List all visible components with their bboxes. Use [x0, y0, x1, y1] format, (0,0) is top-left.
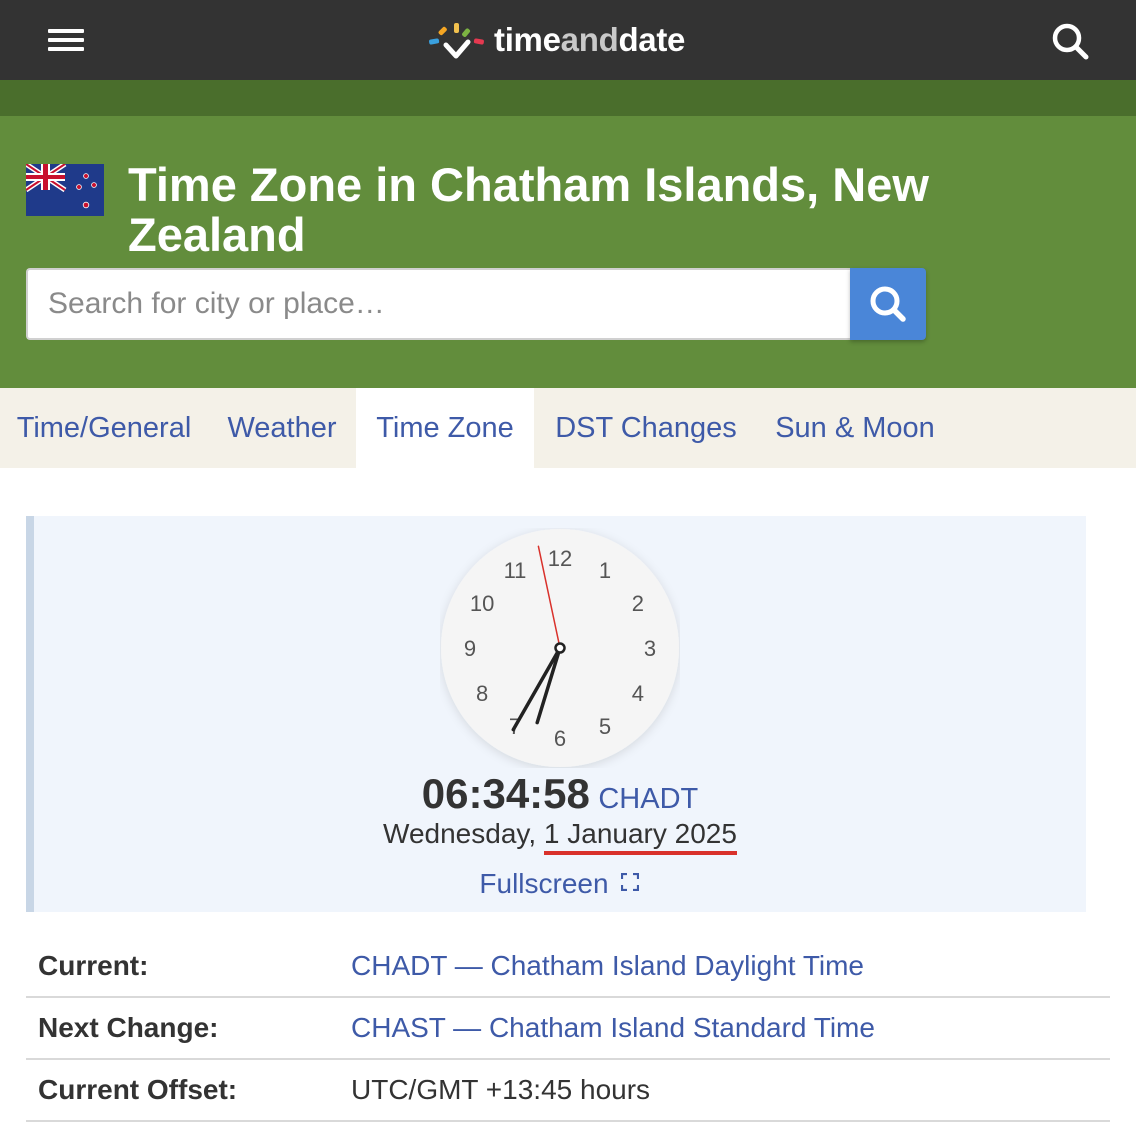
clock-numeral: 1	[599, 558, 611, 583]
info-label: Current Offset:	[38, 1074, 238, 1105]
current-offset-value: UTC/GMT +13:45 hours	[351, 1074, 651, 1105]
clock-numeral: 11	[504, 558, 527, 583]
top-navigation-bar: timeanddate	[0, 0, 1136, 80]
info-row-current: Current: CHADT — Chatham Island Daylight…	[26, 936, 1110, 998]
clock-numeral: 8	[476, 681, 488, 706]
search-icon[interactable]	[1048, 20, 1092, 62]
fullscreen-icon	[620, 872, 639, 891]
site-logo[interactable]: timeanddate	[428, 18, 685, 62]
clock-numeral: 12	[548, 546, 572, 571]
green-strip	[0, 80, 1136, 116]
logo-text: timeanddate	[494, 21, 686, 58]
fullscreen-link[interactable]: Fullscreen	[0, 868, 1118, 900]
next-change-timezone-link[interactable]: CHAST — Chatham Island Standard Time	[351, 1012, 875, 1044]
tab-weather[interactable]: Weather	[208, 388, 356, 468]
clock-numeral: 9	[464, 636, 476, 661]
clock-numeral: 5	[599, 714, 611, 739]
clock-numeral: 4	[632, 681, 644, 706]
search-icon	[870, 286, 906, 322]
weekday: Wednesday,	[383, 818, 537, 849]
hero-header: Time Zone in Chatham Islands, New Zealan…	[0, 116, 1136, 388]
digital-time: 06:34:58 CHADT	[0, 770, 1120, 818]
timezone-abbreviation-link[interactable]: CHADT	[598, 783, 698, 815]
date-display: Wednesday, 1 January 2025	[0, 818, 1120, 855]
info-label: Current:	[38, 950, 149, 981]
current-timezone-link[interactable]: CHADT — Chatham Island Daylight Time	[351, 950, 864, 982]
info-row-next-change: Next Change: CHAST — Chatham Island Stan…	[26, 998, 1110, 1060]
tab-dst-changes[interactable]: DST Changes	[534, 388, 758, 468]
tab-time-general[interactable]: Time/General	[0, 388, 208, 468]
logo-mark-icon	[429, 23, 484, 59]
clock-numeral: 3	[644, 636, 656, 661]
hamburger-menu-icon[interactable]	[46, 26, 86, 54]
new-zealand-flag-icon	[26, 164, 104, 216]
search-button[interactable]	[850, 268, 926, 340]
tab-sun-moon[interactable]: Sun & Moon	[758, 388, 952, 468]
fullscreen-label: Fullscreen	[479, 868, 609, 899]
tab-time-zone[interactable]: Time Zone	[356, 388, 534, 468]
clock-numeral: 2	[632, 591, 644, 616]
page-title: Time Zone in Chatham Islands, New Zealan…	[128, 158, 929, 261]
clock-numeral: 10	[470, 591, 494, 616]
clock-center-pin	[554, 642, 566, 654]
time-value: 06:34:58	[421, 770, 590, 817]
date-value[interactable]: 1 January 2025	[543, 818, 737, 855]
section-tabs: Time/General Weather Time Zone DST Chang…	[0, 388, 1136, 468]
info-row-current-offset: Current Offset: UTC/GMT +13:45 hours	[26, 1060, 1110, 1122]
info-label: Next Change:	[38, 1012, 219, 1043]
city-search-input[interactable]	[26, 268, 850, 340]
clock-numeral: 6	[554, 726, 566, 751]
analog-clock: 121234567891011	[441, 529, 679, 767]
